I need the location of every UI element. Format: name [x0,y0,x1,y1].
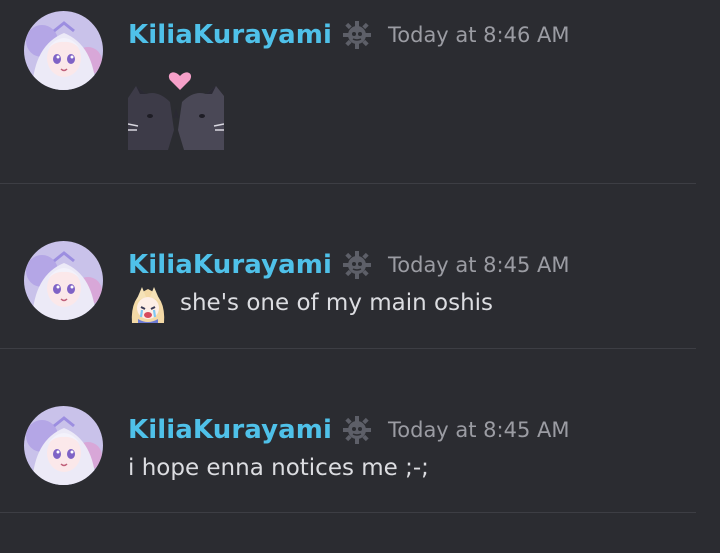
message-header: KiliaKurayami [128,413,570,447]
message-content: she's one of my main oshis [128,282,493,324]
message-divider [0,348,696,349]
gear-badge-icon[interactable] [342,415,372,445]
gear-badge-icon[interactable] [342,250,372,280]
timestamp[interactable]: Today at 8:45 AM [388,418,570,442]
timestamp[interactable]: Today at 8:45 AM [388,253,570,277]
message-content: i hope enna notices me ;-; [128,452,429,484]
avatar[interactable] [24,241,103,320]
message-text: i hope enna notices me ;-; [128,455,429,481]
message-text: she's one of my main oshis [180,290,494,316]
chat-log: KiliaKurayami Today at 8:46 AM KiliaKura… [0,0,720,553]
message-divider [0,512,696,513]
enna-crying-emoji[interactable] [128,283,168,323]
cat-kiss-sticker[interactable] [127,68,225,150]
avatar[interactable] [24,11,103,90]
username[interactable]: KiliaKurayami [128,415,332,445]
message-divider [0,183,696,184]
username[interactable]: KiliaKurayami [128,20,332,50]
username[interactable]: KiliaKurayami [128,250,332,280]
gear-badge-icon[interactable] [342,20,372,50]
timestamp[interactable]: Today at 8:46 AM [388,23,570,47]
message-header: KiliaKurayami [128,18,570,52]
avatar[interactable] [24,406,103,485]
message-header: KiliaKurayami [128,248,570,282]
